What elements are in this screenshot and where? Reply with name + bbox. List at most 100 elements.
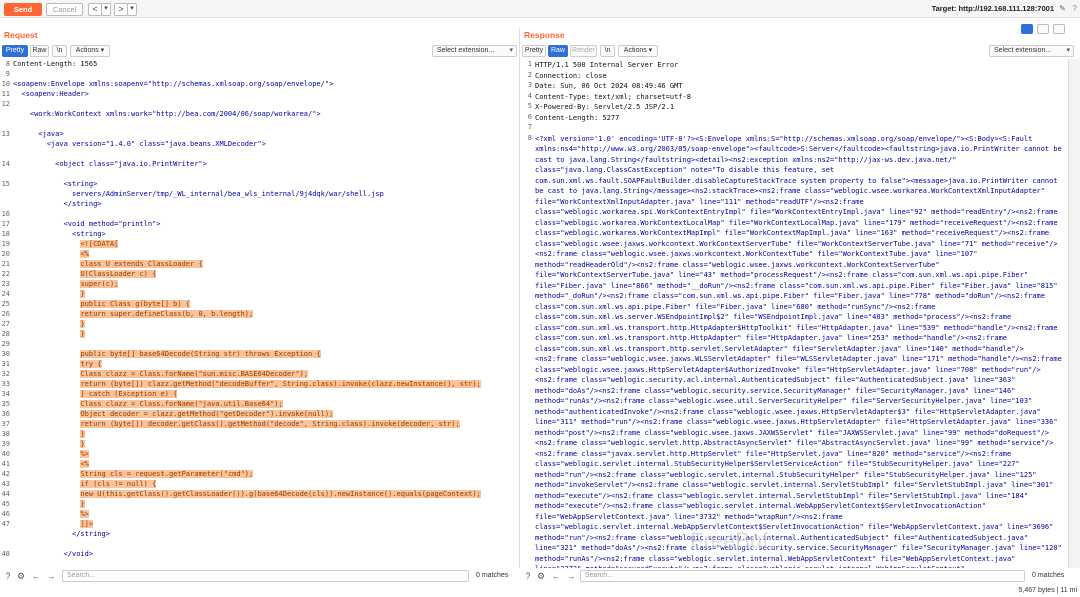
response-tab-pretty[interactable]: Pretty <box>522 45 546 57</box>
response-header-line: HTTP/1.1 500 Internal Server Error <box>535 61 679 69</box>
response-search-input[interactable]: Search... <box>580 570 1025 582</box>
request-code-line: try { <box>80 360 102 368</box>
response-header-line: Date: Sun, 06 Oct 2024 08:49:46 GMT <box>535 82 683 90</box>
line-number: 30 <box>1 350 10 358</box>
request-code-line: <string> <box>13 180 98 188</box>
request-tab-pretty[interactable]: Pretty <box>2 45 28 57</box>
line-number: 1 <box>527 60 532 68</box>
line-number: 21 <box>1 260 10 268</box>
line-number: 29 <box>1 340 10 348</box>
request-code-line: <% <box>80 250 89 258</box>
line-number: 7 <box>527 123 532 131</box>
forward-button[interactable]: > <box>114 3 128 16</box>
response-toolbar: Pretty Raw Render \n Actions ▾ Select ex… <box>522 45 1074 58</box>
search-next-icon[interactable]: → <box>45 570 57 582</box>
response-search-bar: ? ⚙ ← → Search... 0 matches <box>522 570 1078 584</box>
line-number: 28 <box>1 330 10 338</box>
layout-side-by-side-icon[interactable] <box>1021 24 1033 34</box>
help-icon[interactable]: ? <box>2 570 14 582</box>
line-number: 31 <box>1 360 10 368</box>
line-number: 3 <box>527 81 532 89</box>
line-number: 40 <box>1 450 10 458</box>
response-match-count: 0 matches <box>1032 572 1065 579</box>
request-extension-select[interactable]: Select extension... ▾ <box>432 45 517 57</box>
response-actions-menu[interactable]: Actions ▾ <box>618 45 658 57</box>
request-code-line: </string> <box>13 200 102 208</box>
request-code-line: Object decoder = clazz.getMethod("getDec… <box>80 410 334 418</box>
response-scrollbar[interactable] <box>1068 59 1080 568</box>
pane-divider[interactable] <box>519 28 520 568</box>
request-code-line: } <box>80 330 85 338</box>
response-extension-select[interactable]: Select extension... ▾ <box>989 45 1074 57</box>
request-code-line: <object class="java.io.PrintWriter"> <box>13 160 207 168</box>
forward-history-button[interactable]: ▾ <box>127 3 137 16</box>
line-number: 33 <box>1 380 10 388</box>
layout-tabs-icon[interactable] <box>1053 24 1065 34</box>
line-number: 13 <box>1 130 10 138</box>
line-number: 27 <box>1 320 10 328</box>
line-number: 9 <box>5 70 10 78</box>
send-button[interactable]: Send <box>4 3 42 16</box>
line-number: 12 <box>1 100 10 108</box>
settings-gear-icon[interactable]: ⚙ <box>15 570 27 582</box>
line-number: 19 <box>1 240 10 248</box>
search-next-icon[interactable]: → <box>565 570 577 582</box>
response-header-line: Connection: close <box>535 71 607 80</box>
request-code-line: } <box>80 440 85 448</box>
line-number: 16 <box>1 210 10 218</box>
settings-gear-icon[interactable]: ⚙ <box>535 570 547 582</box>
response-tab-raw[interactable]: Raw <box>548 45 568 57</box>
line-number: 23 <box>1 280 10 288</box>
request-code-line: } <box>80 500 85 508</box>
request-extension-select-label: Select extension... <box>437 47 495 54</box>
response-tab-render[interactable]: Render <box>570 45 597 57</box>
line-number: 36 <box>1 410 10 418</box>
line-number: 6 <box>527 112 532 121</box>
line-number: 42 <box>1 470 10 478</box>
request-code-line: <![CDATA[ <box>80 240 119 248</box>
request-actions-menu[interactable]: Actions ▾ <box>70 45 110 57</box>
request-tab-newline[interactable]: \n <box>52 45 67 57</box>
chevron-down-icon: ▾ <box>509 47 513 54</box>
request-editor[interactable]: 8 Content-Length: 1565 9 10 <soapenv:Envelop… <box>0 59 519 568</box>
request-search-input[interactable]: Search... <box>62 570 469 582</box>
request-code-line: <soapenv:Header> <box>13 90 89 98</box>
line-number: 15 <box>1 180 10 188</box>
help-icon[interactable]: ? <box>1073 4 1077 13</box>
request-code-line: } catch (Exception e) { <box>80 390 178 398</box>
response-pane-title: Response <box>524 30 565 40</box>
response-editor[interactable]: 1 HTTP/1.1 500 Internal Server Error 2 Conn… <box>522 59 1068 568</box>
layout-stacked-icon[interactable] <box>1037 24 1049 34</box>
response-body-xml: <?xml version='1.0' encoding='UTF-8'?><S… <box>535 134 1062 569</box>
line-number: 41 <box>1 460 10 468</box>
response-header-line: X-Powered-By: Servlet/2.5 JSP/2.1 <box>535 103 675 111</box>
response-tab-newline[interactable]: \n <box>600 45 615 57</box>
line-number: 20 <box>1 250 10 258</box>
request-code-line: servers/AdminServer/tmp/_WL_internal/bea… <box>13 190 384 198</box>
request-code-line: %> <box>80 450 89 458</box>
request-tab-raw[interactable]: Raw <box>30 45 49 57</box>
request-pane-title: Request <box>4 30 38 40</box>
cancel-button[interactable]: Cancel <box>46 3 83 16</box>
response-extension-select-label: Select extension... <box>994 47 1052 54</box>
line-number: 2 <box>527 70 532 79</box>
status-bar-info: 5,467 bytes | 11 mi <box>1018 587 1078 594</box>
line-number: 8 <box>5 60 10 68</box>
request-code-line: <work:WorkContext xmlns:work="http://bea… <box>13 110 321 118</box>
edit-target-icon[interactable]: ✎ <box>1059 4 1066 13</box>
back-history-button[interactable]: ▾ <box>101 3 111 16</box>
target-url: Target: http://192.168.111.128:7001 <box>931 4 1054 13</box>
watermark: FreeBuf <box>690 528 769 553</box>
search-previous-icon[interactable]: ← <box>550 570 562 582</box>
response-header-line: Content-Type: text/xml; charset=utf-8 <box>535 92 691 101</box>
request-code-line: </void> <box>13 550 94 558</box>
help-icon[interactable]: ? <box>522 570 534 582</box>
line-number: 4 <box>527 91 532 100</box>
request-code-line: return super.defineClass(b, 0, b.length)… <box>80 310 254 318</box>
request-code-line: <soapenv:Envelope xmlns:soapenv="http://… <box>13 80 334 88</box>
request-code-line: public byte[] base64Decode(String str) t… <box>80 350 321 358</box>
line-number: 24 <box>1 290 10 298</box>
back-button[interactable]: < <box>88 3 102 16</box>
search-previous-icon[interactable]: ← <box>30 570 42 582</box>
line-number: 10 <box>1 80 10 88</box>
